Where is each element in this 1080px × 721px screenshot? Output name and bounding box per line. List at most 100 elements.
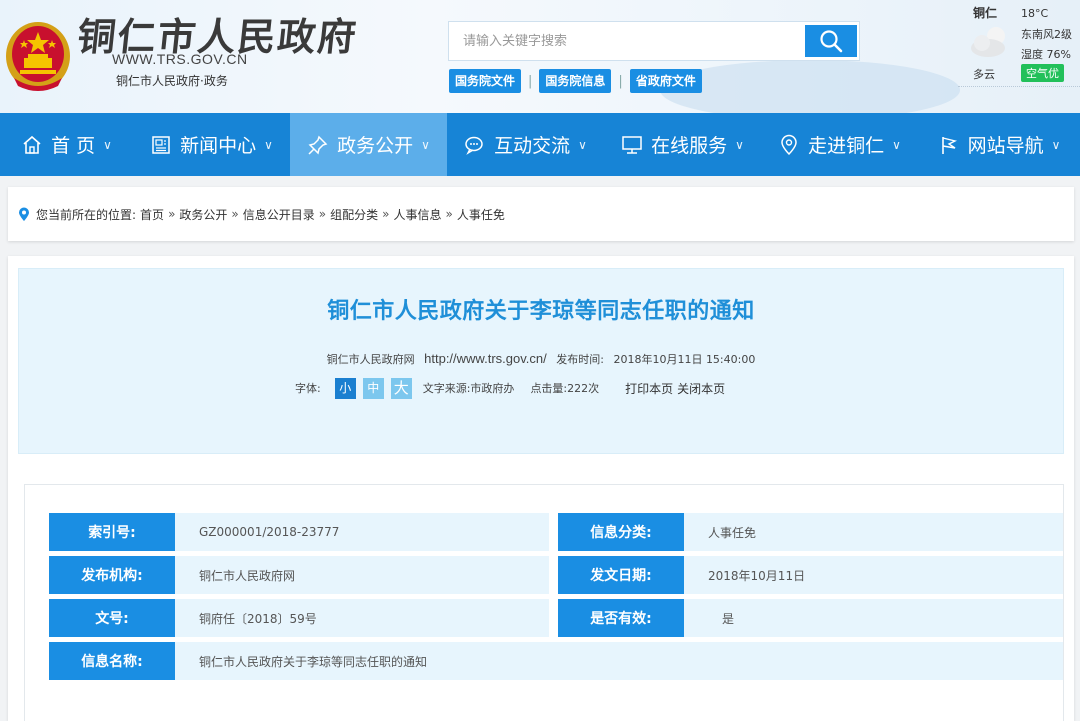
nav-item-home[interactable]: 首 页 ∨ [0, 113, 133, 176]
monitor-icon [622, 135, 642, 154]
nav-item-interaction[interactable]: 互动交流 ∨ [447, 113, 604, 176]
quick-links: 国务院文件 | 国务院信息 | 省政府文件 [449, 68, 702, 94]
quick-link-separator: | [528, 73, 533, 89]
nav-item-label: 互动交流 [494, 135, 571, 157]
nav-item-label: 网站导航 [967, 135, 1044, 157]
breadcrumb-prefix: 您当前所在的位置: [36, 207, 137, 222]
nav-item-news[interactable]: 新闻中心 ∨ [133, 113, 290, 176]
article-panel: 铜仁市人民政府关于李琼等同志任职的通知 铜仁市人民政府网 http://www.… [8, 256, 1074, 721]
chevron-down-icon: ∨ [264, 137, 273, 152]
article-source-url[interactable]: http://www.trs.gov.cn/ [424, 351, 547, 366]
table-row: 文号: 铜府任〔2018〕59号 是否有效: 是 [49, 599, 1063, 637]
doc-number-label: 文号: [49, 599, 182, 637]
cloud-icon [971, 27, 1005, 57]
breadcrumb-item-personnel-info[interactable]: 人事信息 [393, 206, 441, 223]
publish-time-label: 发布时间: [556, 353, 604, 366]
chevron-down-icon: ∨ [103, 137, 112, 152]
weather-temperature: 18°C [1021, 7, 1049, 20]
site-header: 铜仁市人民政府 WWW.TRS.GOV.CN 铜仁市人民政府·政务 国务院文件 … [0, 0, 1080, 113]
breadcrumb-item-home[interactable]: 首页 [140, 206, 164, 223]
table-row: 发布机构: 铜仁市人民政府网 发文日期: 2018年10月11日 [49, 556, 1063, 594]
validity-value: 是 [684, 599, 1063, 637]
chevron-down-icon: ∨ [735, 137, 744, 152]
breadcrumb-item-gov-affairs[interactable]: 政务公开 [179, 206, 227, 223]
nav-item-online-service[interactable]: 在线服务 ∨ [604, 113, 761, 176]
nav-item-label: 走进铜仁 [808, 135, 885, 157]
info-name-value: 铜仁市人民政府关于李琼等同志任职的通知 [175, 642, 1063, 680]
thumbtack-icon [308, 135, 328, 155]
article-tools: 字体: 小 中 大 文字来源:市政府办 点击量:222次 打印本页 关闭本页 [295, 375, 725, 401]
chevron-down-icon: ∨ [578, 137, 587, 152]
font-large-button[interactable]: 大 [390, 377, 412, 399]
weather-widget: 铜仁 18°C 东南风2级 湿度 76% 多云 空气优 [958, 0, 1080, 92]
table-row: 索引号: GZ000001/2018-23777 信息分类: 人事任免 [49, 513, 1063, 551]
quick-link-provincial-docs[interactable]: 省政府文件 [629, 69, 702, 93]
breadcrumb-item-appointments[interactable]: 人事任免 [457, 206, 505, 223]
hit-count: 点击量:222次 [530, 382, 600, 395]
search-box [448, 21, 860, 61]
breadcrumb-separator: » [318, 207, 327, 221]
nav-item-label: 在线服务 [651, 135, 728, 157]
font-medium-button[interactable]: 中 [362, 377, 384, 399]
font-size-label: 字体: [295, 382, 321, 395]
quick-link-separator: | [618, 73, 623, 89]
weather-city: 铜仁 [973, 6, 998, 20]
text-source: 文字来源:市政府办 [422, 382, 515, 395]
breadcrumb-separator: » [382, 207, 390, 221]
header-background-cloud [660, 60, 960, 113]
print-page-link[interactable]: 打印本页 [625, 380, 673, 397]
index-value: GZ000001/2018-23777 [175, 513, 549, 551]
search-input[interactable] [449, 22, 803, 60]
info-name-label: 信息名称: [49, 642, 182, 680]
nav-item-label: 新闻中心 [180, 135, 257, 157]
quick-link-state-council-docs[interactable]: 国务院文件 [449, 69, 522, 93]
nav-item-label: 政务公开 [337, 135, 414, 157]
weather-humidity: 湿度 76% [1021, 48, 1071, 61]
category-label: 信息分类: [558, 513, 691, 551]
quick-link-state-council-info[interactable]: 国务院信息 [539, 69, 612, 93]
date-value: 2018年10月11日 [684, 556, 1063, 594]
publisher-value: 铜仁市人民政府网 [175, 556, 549, 594]
nav-item-label: 首 页 [51, 135, 96, 157]
breadcrumb-item-directory[interactable]: 信息公开目录 [243, 206, 315, 223]
breadcrumb-separator: » [168, 207, 176, 221]
flag-icon [941, 136, 957, 154]
validity-label: 是否有效: [558, 599, 691, 637]
search-button[interactable] [805, 25, 857, 57]
article-source-site: 铜仁市人民政府网 [326, 353, 415, 366]
doc-number-value: 铜府任〔2018〕59号 [175, 599, 549, 637]
category-value: 人事任免 [684, 513, 1063, 551]
chat-icon [465, 136, 483, 155]
nav-item-site-nav[interactable]: 网站导航 ∨ [918, 113, 1080, 176]
chevron-down-icon: ∨ [1051, 137, 1061, 152]
index-label: 索引号: [49, 513, 182, 551]
weather-condition: 多云 [973, 68, 995, 81]
national-emblem-icon [6, 22, 70, 91]
table-row: 信息名称: 铜仁市人民政府关于李琼等同志任职的通知 [49, 642, 1063, 680]
breadcrumb-separator: » [445, 207, 453, 221]
article-header: 铜仁市人民政府关于李琼等同志任职的通知 铜仁市人民政府网 http://www.… [18, 268, 1064, 454]
article-title: 铜仁市人民政府关于李琼等同志任职的通知 [327, 299, 755, 324]
close-page-link[interactable]: 关闭本页 [677, 380, 725, 397]
site-subtitle: 铜仁市人民政府·政务 [116, 74, 228, 88]
nav-item-gov-affairs[interactable]: 政务公开 ∨ [290, 113, 447, 176]
publish-time: 2018年10月11日 15:40:00 [613, 353, 756, 366]
breadcrumb: 您当前所在的位置: 首页 » 政务公开 » 信息公开目录 » 组配分类 » 人事… [8, 187, 1074, 241]
air-quality-badge[interactable]: 空气优 [1021, 64, 1064, 82]
breadcrumb-item-category[interactable]: 组配分类 [330, 206, 378, 223]
breadcrumb-separator: » [231, 207, 239, 221]
main-nav: 首 页 ∨ 新闻中心 ∨ 政务公开 ∨ 互动交流 ∨ 在线服务 ∨ 走进铜仁 ∨… [0, 113, 1080, 176]
article-meta: 铜仁市人民政府网 http://www.trs.gov.cn/ 发布时间: 20… [19, 351, 1063, 367]
location-icon [781, 134, 797, 155]
font-small-button[interactable]: 小 [334, 377, 356, 399]
map-pin-icon [19, 207, 29, 221]
site-url: WWW.TRS.GOV.CN [112, 51, 248, 67]
date-label: 发文日期: [558, 556, 691, 594]
newspaper-icon [152, 135, 170, 154]
chevron-down-icon: ∨ [421, 137, 430, 152]
publisher-label: 发布机构: [49, 556, 182, 594]
nav-item-about-tongren[interactable]: 走进铜仁 ∨ [761, 113, 918, 176]
info-table: 索引号: GZ000001/2018-23777 信息分类: 人事任免 发布机构… [24, 484, 1064, 721]
home-icon [23, 135, 41, 154]
weather-divider [958, 86, 1080, 87]
